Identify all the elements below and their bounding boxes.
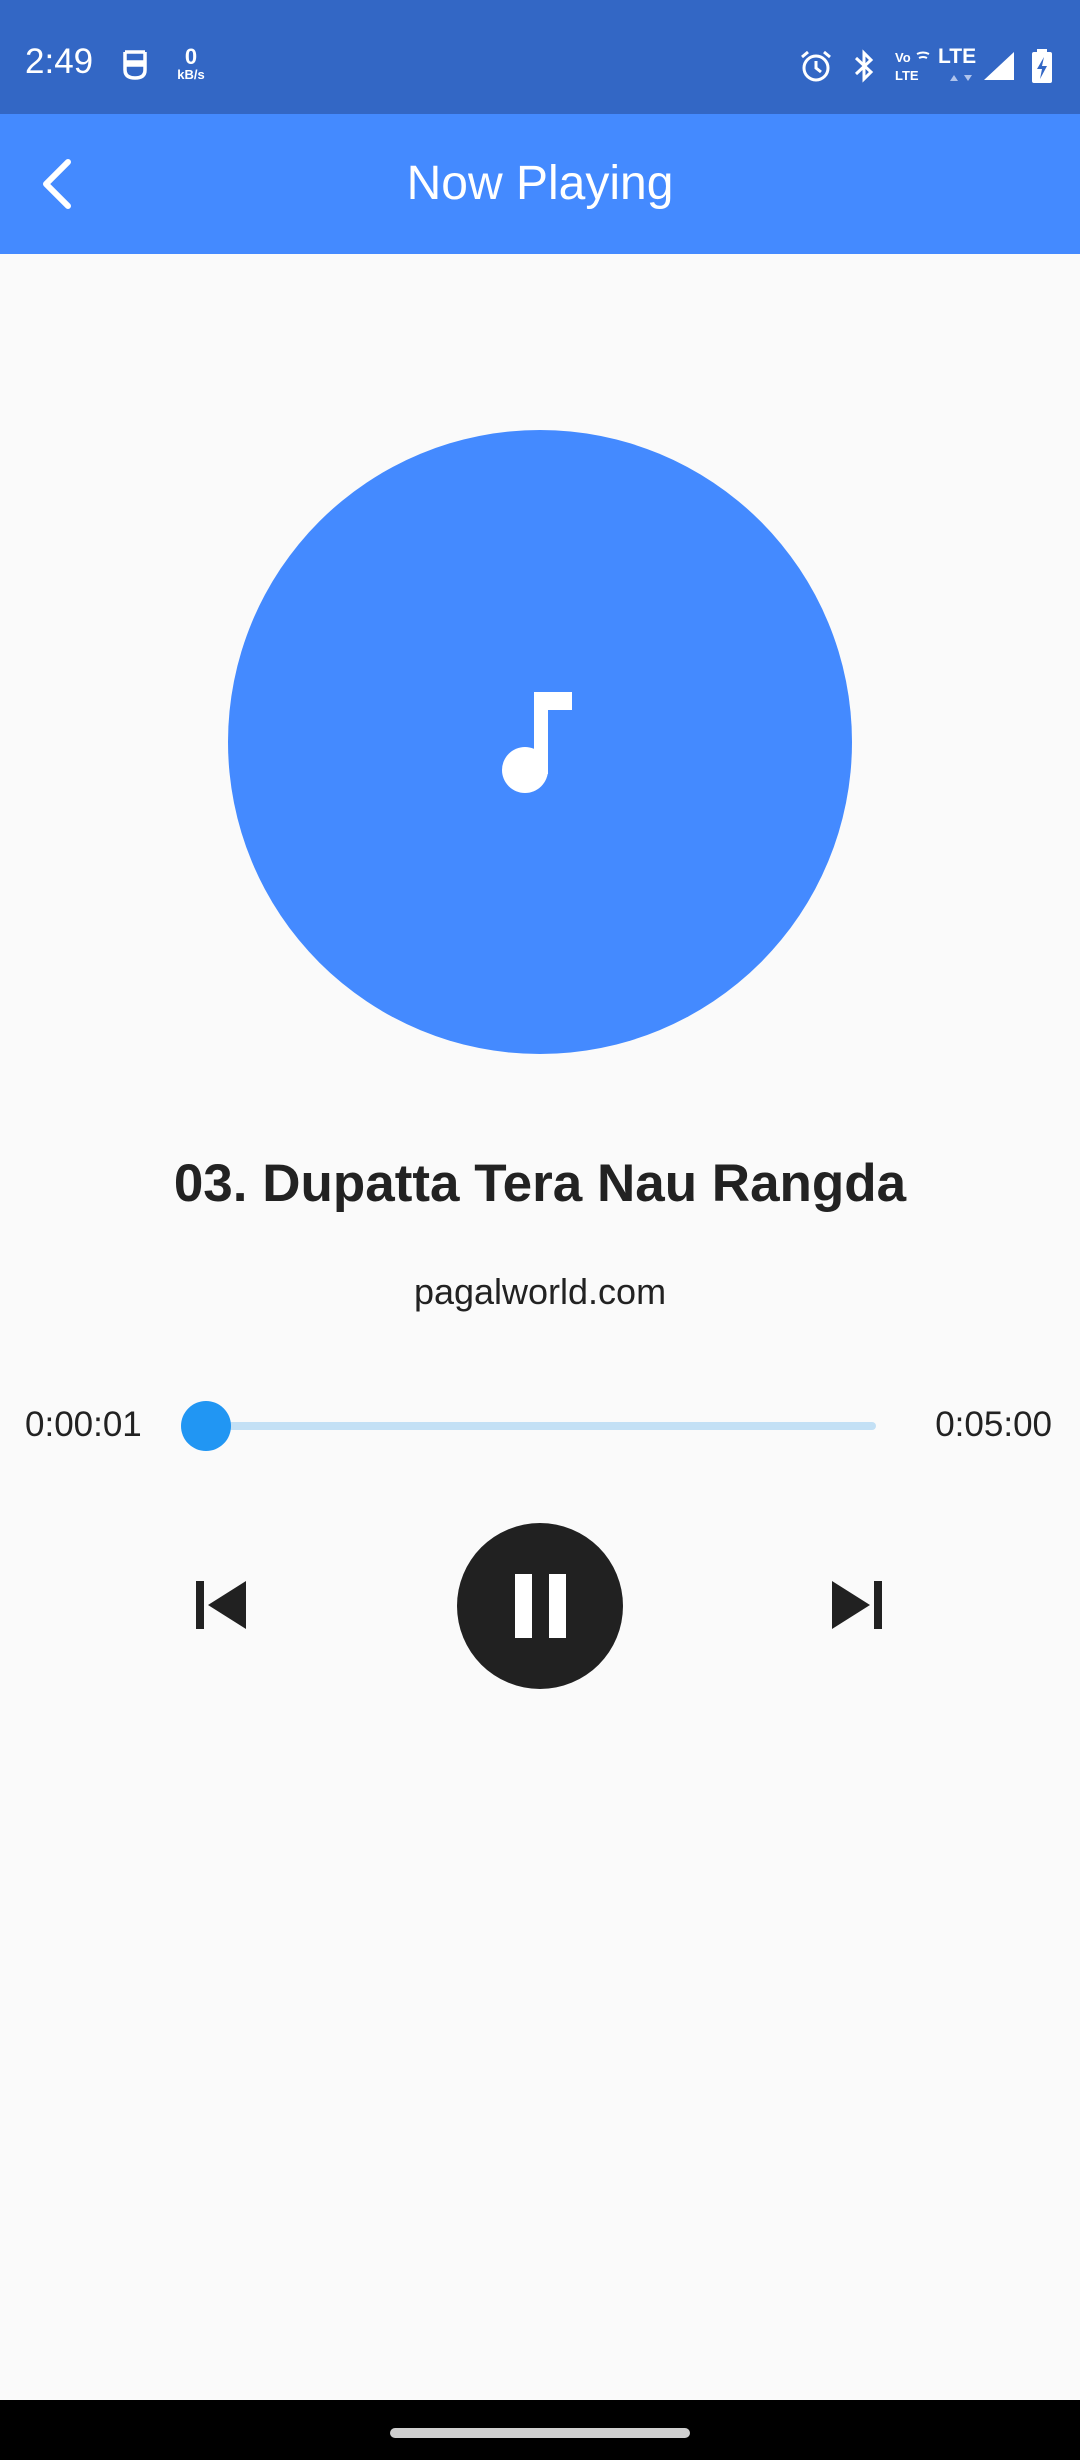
song-title: 03. Dupatta Tera Nau Rangda: [173, 1154, 907, 1213]
app-bar: Now Playing: [0, 114, 1080, 254]
song-source: pagalworld.com: [413, 1271, 667, 1312]
album-artwork: [228, 430, 852, 1054]
chevron-left-icon: [43, 159, 71, 209]
previous-button[interactable]: [180, 1565, 260, 1645]
skip-previous-icon: [196, 1581, 246, 1629]
elapsed-time: 0:00:01: [25, 1405, 142, 1444]
network-label: LTE: [938, 45, 977, 68]
svg-text:Vo: Vo: [895, 50, 911, 65]
page-title: Now Playing: [406, 157, 674, 210]
alarm-icon: [798, 48, 834, 84]
seek-bar[interactable]: [178, 1400, 882, 1451]
home-gesture-handle[interactable]: [390, 2428, 690, 2438]
total-time: 0:05:00: [935, 1405, 1052, 1444]
svg-text:LTE: LTE: [895, 68, 919, 83]
music-note-icon: [502, 692, 572, 793]
lte-activity-icon: [944, 70, 978, 84]
pause-icon: [515, 1574, 566, 1638]
now-playing-screen: 2:49 0 kB/s Vo LTE LTE Now Playing 03. D…: [0, 0, 1080, 2460]
signal-icon: [982, 48, 1016, 84]
status-bar: 2:49 0 kB/s Vo LTE LTE: [0, 0, 1080, 114]
back-button[interactable]: [20, 140, 108, 228]
volte-icon: Vo LTE: [893, 48, 931, 84]
data-rate: 0 kB/s: [174, 46, 208, 82]
seek-track: [204, 1422, 876, 1430]
skip-next-icon: [832, 1581, 882, 1629]
data-rate-value: 0: [184, 44, 198, 69]
next-button[interactable]: [818, 1565, 898, 1645]
pause-button[interactable]: [457, 1523, 623, 1689]
data-rate-unit: kB/s: [177, 67, 205, 82]
bluetooth-icon: [850, 48, 878, 84]
status-time: 2:49: [25, 42, 94, 81]
navigation-bar: [0, 2400, 1080, 2460]
seek-thumb[interactable]: [181, 1401, 232, 1451]
vpn-key-icon: [120, 48, 150, 89]
battery-charging-icon: [1030, 48, 1054, 84]
